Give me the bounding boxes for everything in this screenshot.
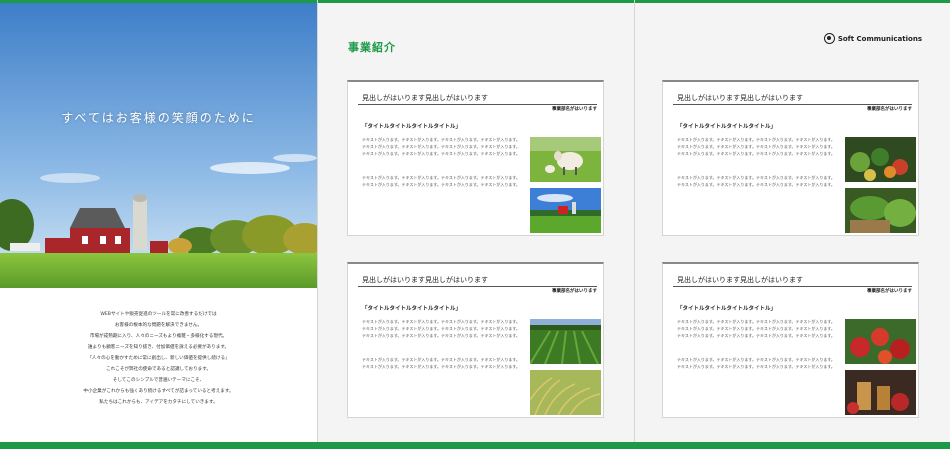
intro-line: お客様の根本的な問題を解決できません。 [114,323,203,328]
intro-line: 誰よりも顧客ニーズを知り抜き、付加価値を訴える必要があります。 [87,345,230,350]
cover-page: すべてはお客様の笑顔のために WEBサイトや販売促進のツールを常に改善するだけで… [0,3,317,442]
business-card: 見出しがはいります見出しがはいります 事業部名がはいります 「タイトルタイトルタ… [662,80,919,236]
intro-line: WEBサイトや販売促進のツールを常に改善するだけでは [100,312,217,317]
hero-title: すべてはお客様の笑顔のために [61,111,256,125]
intro-line: 私たちはこれからも、アイデアをカタチにしていきます。 [99,400,218,405]
card-subtitle: 「タイトルタイトルタイトルタイトル」 [677,124,777,130]
card-body: テキストが入ります。テキストが入ります。テキストが入ります。テキストが入ります。… [677,137,835,156]
farm-hero-photo: すべてはお客様の笑顔のために [0,3,317,288]
intro-line: 「人々の心を動かすために常に創出し、新しい価値を提供し続ける」 [87,356,230,361]
card-subtitle: 「タイトルタイトルタイトルタイトル」 [362,306,462,312]
card-body: テキストが入ります。テキストが入ります。テキストが入ります。テキストが入ります。… [362,357,520,369]
business-card: 見出しがはいります見出しがはいります 事業部名がはいります 「タイトルタイトルタ… [347,80,604,236]
card-dept: 事業部名がはいります [552,289,597,294]
card-subtitle: 「タイトルタイトルタイトルタイトル」 [677,306,777,312]
card-body: テキストが入ります。テキストが入ります。テキストが入ります。テキストが入ります。… [677,357,835,369]
vegetables-photo [845,137,916,182]
card-rule [358,286,597,287]
card-heading: 見出しがはいります見出しがはいります [362,276,488,284]
card-body: テキストが入ります。テキストが入ります。テキストが入ります。テキストが入ります。… [677,175,835,187]
business-card: 見出しがはいります見出しがはいります 事業部名がはいります 「タイトルタイトルタ… [662,262,919,418]
card-body: テキストが入ります。テキストが入ります。テキストが入ります。テキストが入ります。… [677,319,835,338]
card-body: テキストが入ります。テキストが入ります。テキストが入ります。テキストが入ります。… [362,175,520,187]
logo-icon [823,33,835,44]
greens-basket-photo [845,188,916,233]
intro-text: WEBサイトや販売促進のツールを常に改善するだけでは お客様の根本的な問題を解決… [20,309,297,408]
rice-photo [530,370,601,415]
intro-line: 中小企業がこれからも強くあり続けるすべてが詰まっていると考えます。 [83,389,234,394]
card-heading: 見出しがはいります見出しがはいります [362,94,488,102]
card-body: テキストが入ります。テキストが入ります。テキストが入ります。テキストが入ります。… [362,319,520,338]
business-card: 見出しがはいります見出しがはいります 事業部名がはいります 「タイトルタイトルタ… [347,262,604,418]
farm-field-photo [530,188,601,233]
intro-line: 市場が成熟期に入り、人々のニーズもより複雑・多様化する現代。 [89,334,228,339]
sheep-photo [530,137,601,182]
logo-text: Soft Communications [837,34,922,43]
card-body: テキストが入ります。テキストが入ります。テキストが入ります。テキストが入ります。… [362,137,520,156]
section-title: 事業紹介 [348,41,396,54]
intro-line: これこそが弊社の使命であると認識しております。 [106,367,211,372]
card-dept: 事業部名がはいります [552,107,597,112]
juice-photo [845,370,916,415]
company-logo: Soft Communications [823,33,922,44]
apples-photo [845,319,916,364]
card-rule [673,286,912,287]
card-dept: 事業部名がはいります [867,289,912,294]
bottom-accent-bar [0,442,950,449]
intro-line: そしてこのシンプルで普遍いテーマにこそ、 [112,378,205,383]
vineyard-photo [530,319,601,364]
card-heading: 見出しがはいります見出しがはいります [677,276,803,284]
card-dept: 事業部名がはいります [867,107,912,112]
card-rule [673,104,912,105]
card-subtitle: 「タイトルタイトルタイトルタイトル」 [362,124,462,130]
card-heading: 見出しがはいります見出しがはいります [677,94,803,102]
card-rule [358,104,597,105]
business-page-left: 事業紹介 見出しがはいります見出しがはいります 事業部名がはいります 「タイトル… [318,3,634,442]
business-page-right: Soft Communications 見出しがはいります見出しがはいります 事… [635,3,950,442]
